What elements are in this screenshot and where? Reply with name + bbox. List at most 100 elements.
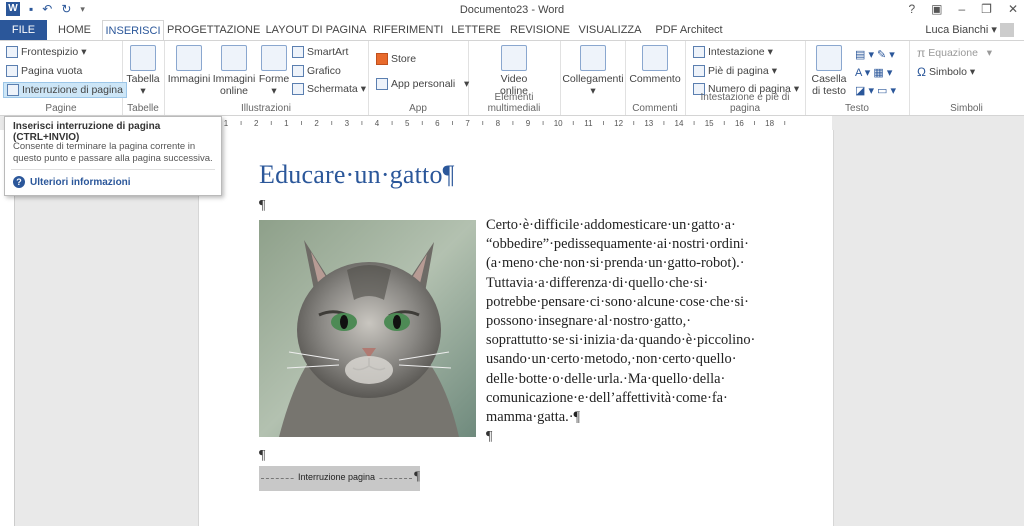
- group-collegamenti: Collegamenti ▾: [560, 41, 626, 115]
- schermata-button[interactable]: Schermata ▾: [292, 83, 366, 95]
- casella-di-testo-label: Casella di testo: [811, 73, 847, 97]
- restore-button[interactable]: ❐: [981, 2, 992, 16]
- cat-image[interactable]: [259, 220, 476, 437]
- text-box-icon: [816, 45, 842, 71]
- user-name: Luca Bianchi: [925, 24, 989, 36]
- ruler-tick-label: 3: [345, 119, 350, 128]
- avatar[interactable]: [1000, 23, 1014, 38]
- paragraph-line: Tuttavia·a·differenza·di·quello·che·si·: [486, 274, 709, 291]
- collegamenti-label: Collegamenti: [562, 73, 624, 85]
- tab-lettere[interactable]: LETTERE: [448, 20, 504, 40]
- ruler-tick-label: 1: [284, 119, 289, 128]
- paragraph-mark-before-break: ¶: [259, 448, 266, 463]
- frontespizio-button[interactable]: Frontespizio ▾: [6, 46, 86, 58]
- screentip-divider: [11, 169, 215, 170]
- grafico-label: Grafico: [307, 65, 341, 77]
- pi-icon: π: [917, 46, 926, 60]
- store-button[interactable]: Store: [376, 53, 416, 65]
- forme-label: Forme: [258, 73, 290, 85]
- ruler-tick-label: 2: [254, 119, 259, 128]
- tab-riferimenti[interactable]: RIFERIMENTI: [373, 20, 443, 40]
- group-tabelle: Tabella ▾ Tabelle: [122, 41, 165, 115]
- smartart-label: SmartArt: [307, 46, 349, 58]
- tab-pdf-architect[interactable]: PDF Architect: [649, 20, 729, 40]
- immagini-online-button[interactable]: Immagini online: [211, 45, 257, 97]
- paragraph-line: potrebbe·pensare·ci·sono·alcune·cose·che…: [486, 293, 749, 310]
- horizontal-ruler[interactable]: 1 2 1 2 3 4 5 6 7 8 9 10 11 12 13 14 15 16 18: [198, 116, 832, 131]
- ruler-tick-label: 10: [554, 119, 563, 128]
- tab-revisione[interactable]: REVISIONE: [509, 20, 571, 40]
- tab-inserisci[interactable]: INSERISCI: [102, 20, 164, 42]
- video-online-button[interactable]: Video online: [494, 45, 534, 97]
- ruler-tick-label: 12: [614, 119, 623, 128]
- tab-progettazione[interactable]: PROGETTAZIONE: [167, 20, 260, 40]
- grafico-button[interactable]: Grafico: [292, 65, 341, 77]
- body-paragraph[interactable]: Certo·è·difficile·addomesticare·un·gatto…: [486, 216, 786, 427]
- user-account[interactable]: Luca Bianchi ▾: [925, 20, 1014, 40]
- paragraph-line: “obbedire”·pedissequamente·ai·nostri·ord…: [486, 236, 749, 253]
- group-label-multimediali: Elementi multimediali: [487, 92, 541, 114]
- group-intestazione: Intestazione ▾ Piè di pagina ▾ Numero di p…: [685, 41, 806, 115]
- immagini-button[interactable]: Immagini: [167, 45, 211, 85]
- screenshot-icon: [292, 83, 304, 95]
- interruzione-label: Interruzione di pagina: [22, 84, 123, 96]
- group-label-testo: Testo: [845, 103, 869, 114]
- tab-home[interactable]: HOME: [52, 20, 97, 40]
- text-tools-icons[interactable]: ▤ ▾ ✎ ▾ A ▾ ▦ ▾ ◪ ▾ ▭ ▾: [855, 46, 896, 100]
- simbolo-button[interactable]: Ω Simbolo ▾: [917, 65, 975, 79]
- tab-visualizza[interactable]: VISUALIZZA: [576, 20, 644, 40]
- ruler-tick-label: 5: [405, 119, 410, 128]
- page-break-marker[interactable]: Interruzione pagina ¶: [259, 466, 420, 491]
- pagina-vuota-label: Pagina vuota: [21, 65, 83, 77]
- store-label: Store: [391, 53, 417, 65]
- interruzione-di-pagina-button[interactable]: Interruzione di pagina: [3, 82, 127, 98]
- help-icon: ?: [13, 176, 25, 188]
- title-bar: W ▪ ↶ ↻ ▾ Documento23 - Word ? ▣ – ❐ ✕: [0, 0, 1024, 20]
- paragraph-line: mamma·gatta.·¶: [486, 409, 581, 426]
- group-testo: Casella di testo ▤ ▾ ✎ ▾ A ▾ ▦ ▾ ◪ ▾ ▭ ▾ T…: [805, 41, 910, 115]
- group-illustrazioni: Immagini Immagini online Forme ▾ SmartArt…: [164, 41, 369, 115]
- tabella-label: Tabella: [126, 73, 160, 85]
- simbolo-label: Simbolo: [928, 66, 967, 78]
- close-button[interactable]: ✕: [1008, 2, 1018, 16]
- smartart-button[interactable]: SmartArt: [292, 46, 348, 58]
- my-apps-icon: [376, 78, 388, 90]
- group-label-simboli: Simboli: [950, 103, 983, 114]
- ruler-tick-label: 11: [584, 119, 593, 128]
- equazione-label: Equazione: [928, 47, 978, 59]
- document-title[interactable]: Educare·un·gatto¶: [259, 160, 455, 190]
- page-break-pilcrow: ¶: [414, 468, 420, 483]
- pie-di-pagina-button[interactable]: Piè di pagina ▾: [693, 65, 777, 77]
- casella-di-testo-button[interactable]: Casella di testo: [807, 45, 851, 97]
- tab-layout-di-pagina[interactable]: LAYOUT DI PAGINA: [264, 20, 368, 40]
- pagina-vuota-button[interactable]: Pagina vuota: [6, 65, 82, 77]
- help-link-label: Ulteriori informazioni: [30, 176, 131, 188]
- ruler-tick-label: 4: [375, 119, 380, 128]
- ruler-tick-label: 2: [314, 119, 319, 128]
- window-controls: ? ▣ – ❐ ✕: [908, 2, 1018, 16]
- commento-button[interactable]: Commento: [627, 45, 683, 85]
- help-button[interactable]: ?: [908, 2, 915, 16]
- minimize-button[interactable]: –: [958, 2, 965, 16]
- blank-page-icon: [6, 65, 18, 77]
- paragraph-line: comunicazione·e·dell’affettività·come·fa…: [486, 389, 728, 406]
- links-icon: [580, 45, 606, 71]
- paragraph-line: soprattutto·se·si·inizia·da·quando·è·pic…: [486, 332, 756, 349]
- document-page[interactable]: Educare·un·gatto¶ ¶ Certo·è·difficile·ad…: [198, 130, 834, 526]
- tabella-button[interactable]: Tabella ▾: [125, 45, 161, 97]
- ruler-tick-label: 1: [224, 119, 229, 128]
- collegamenti-button[interactable]: Collegamenti ▾: [562, 45, 624, 97]
- equazione-button[interactable]: π Equazione ▾: [917, 46, 992, 60]
- screentip-help-link[interactable]: ? Ulteriori informazioni: [13, 176, 131, 188]
- group-label-app: App: [409, 103, 427, 114]
- forme-button[interactable]: Forme ▾: [257, 45, 291, 97]
- header-icon: [693, 46, 705, 58]
- ribbon: Frontespizio ▾ Pagina vuota Interruzione …: [0, 40, 1024, 116]
- immagini-online-label: Immagini online: [212, 73, 256, 97]
- intestazione-button[interactable]: Intestazione ▾: [693, 46, 773, 58]
- pie-di-pagina-label: Piè di pagina: [708, 65, 769, 77]
- ribbon-display-options-icon[interactable]: ▣: [931, 2, 942, 16]
- paragraph-mark-after-text: ¶: [486, 429, 493, 444]
- tab-file[interactable]: FILE: [0, 20, 47, 40]
- app-personali-button[interactable]: App personali ▾: [376, 78, 469, 90]
